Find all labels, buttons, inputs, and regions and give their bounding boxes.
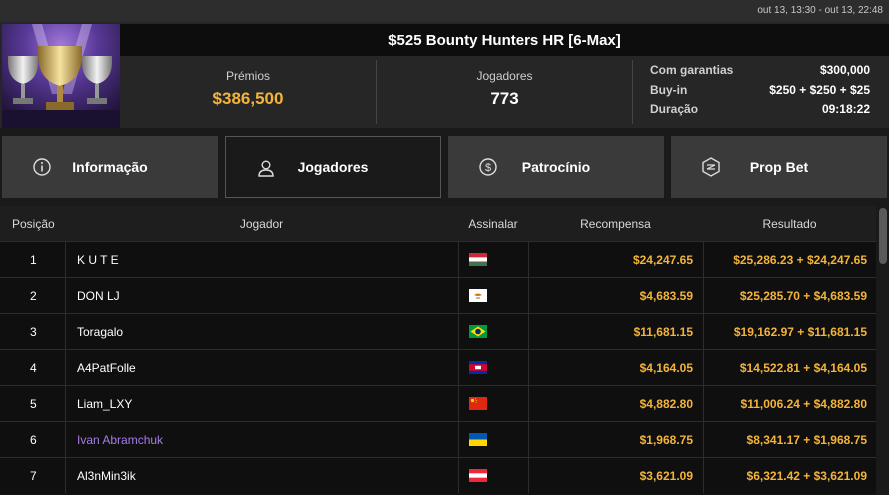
guarantee-value: $300,000 (819, 63, 870, 77)
duration-value: 09:18:22 (821, 102, 870, 116)
tab-informacao[interactable]: Informação (2, 136, 218, 198)
trophy-image (2, 24, 120, 128)
row-reward: $4,882.80 (528, 386, 703, 421)
prize-value: $386,500 (212, 89, 284, 108)
prize-label: Prémios (225, 69, 270, 83)
guarantee-label: Com garantias (650, 63, 734, 77)
flag-ukraine-icon (458, 422, 528, 457)
buyin-row: Buy-in $250 + $250 + $25 (650, 83, 870, 103)
dollar-coin-icon: $ (479, 158, 497, 176)
tab-bar: Informação Jogadores $ Patrocínio Prop B… (0, 136, 889, 198)
table-row[interactable]: 7 Al3nMin3ik $3,621.09 $6,321.42 + $3,62… (0, 457, 876, 493)
row-player: K U T E (65, 242, 458, 277)
header-player[interactable]: Jogador (65, 217, 458, 231)
svg-text:$: $ (485, 162, 491, 174)
scrollbar-thumb[interactable] (879, 208, 887, 264)
table-row[interactable]: 1 K U T E $24,247.65 $25,286.23 + $24,24… (0, 241, 876, 277)
row-reward: $24,247.65 (528, 242, 703, 277)
flag-austria-icon (458, 458, 528, 493)
table-row[interactable]: 4 A4PatFolle $4,164.05 $14,522.81 + $4,1… (0, 349, 876, 385)
row-position: 7 (30, 468, 37, 483)
prop-bet-icon (702, 157, 720, 177)
row-result: $14,522.81 + $4,164.05 (703, 350, 876, 385)
header-result[interactable]: Resultado (703, 217, 876, 231)
divider (632, 60, 633, 124)
row-result: $25,286.23 + $24,247.65 (703, 242, 876, 277)
trophy-icon (2, 24, 120, 128)
tournament-info-block: Com garantias $300,000 Buy-in $250 + $25… (650, 63, 870, 122)
players-stat: Jogadores 773 (377, 60, 632, 124)
row-reward: $4,164.05 (528, 350, 703, 385)
row-player: A4PatFolle (65, 350, 458, 385)
tab-patrocinio[interactable]: $ Patrocínio (448, 136, 664, 198)
duration-label: Duração (650, 102, 699, 116)
players-value: 773 (490, 89, 519, 108)
row-result: $6,321.42 + $3,621.09 (703, 458, 876, 493)
row-result: $11,006.24 + $4,882.80 (703, 386, 876, 421)
flag-hungary-icon (458, 242, 528, 277)
row-player: Toragalo (65, 314, 458, 349)
tab-prop-bet[interactable]: Prop Bet (671, 136, 887, 198)
players-label: Jogadores (476, 69, 533, 83)
table-row[interactable]: 5 Liam_LXY $4,882.80 $11,006.24 + $4,882… (0, 385, 876, 421)
table-header: Posição Jogador Assinalar Recompensa Res… (0, 206, 876, 241)
flag-brazil-icon (458, 314, 528, 349)
row-position: 6 (30, 432, 37, 447)
header-reward[interactable]: Recompensa (528, 217, 703, 231)
info-icon (33, 158, 51, 176)
title-bar: $525 Bounty Hunters HR [6-Max] (120, 24, 889, 56)
top-bar: out 13, 13:30 - out 13, 22:48 (0, 0, 889, 22)
row-position: 5 (30, 396, 37, 411)
row-result: $25,285.70 + $4,683.59 (703, 278, 876, 313)
table-row[interactable]: 2 DON LJ $4,683.59 $25,285.70 + $4,683.5… (0, 277, 876, 313)
row-player: Ivan Abramchuk (65, 422, 458, 457)
table-scrollbar[interactable] (877, 206, 889, 495)
header-position[interactable]: Posição (0, 217, 65, 231)
row-player: Al3nMin3ik (65, 458, 458, 493)
players-table: Posição Jogador Assinalar Recompensa Res… (0, 206, 876, 495)
row-player: Liam_LXY (65, 386, 458, 421)
user-icon (258, 160, 274, 177)
table-row[interactable]: 3 Toragalo $11,681.15 $19,162.97 + $11,6… (0, 313, 876, 349)
row-position: 2 (30, 288, 37, 303)
header-flag[interactable]: Assinalar (458, 217, 528, 231)
row-reward: $4,683.59 (528, 278, 703, 313)
table-row[interactable]: 6 Ivan Abramchuk $1,968.75 $8,341.17 + $… (0, 421, 876, 457)
flag-china-icon (458, 386, 528, 421)
prize-stat: Prémios $386,500 (120, 60, 376, 124)
tab-jogadores[interactable]: Jogadores (225, 136, 441, 198)
row-result: $19,162.97 + $11,681.15 (703, 314, 876, 349)
tournament-date-range: out 13, 13:30 - out 13, 22:48 (757, 5, 883, 16)
row-position: 3 (30, 324, 37, 339)
row-result: $8,341.17 + $1,968.75 (703, 422, 876, 457)
row-reward: $1,968.75 (528, 422, 703, 457)
duration-row: Duração 09:18:22 (650, 102, 870, 122)
row-reward: $11,681.15 (528, 314, 703, 349)
guarantee-row: Com garantias $300,000 (650, 63, 870, 83)
row-player: DON LJ (65, 278, 458, 313)
tournament-title: $525 Bounty Hunters HR [6-Max] (388, 31, 621, 49)
buyin-label: Buy-in (650, 82, 688, 97)
buyin-value: $250 + $250 + $25 (769, 82, 870, 97)
flag-cyprus-icon (458, 278, 528, 313)
row-position: 1 (30, 252, 37, 267)
flag-cambodia-icon (458, 350, 528, 385)
row-position: 4 (30, 360, 37, 375)
row-reward: $3,621.09 (528, 458, 703, 493)
